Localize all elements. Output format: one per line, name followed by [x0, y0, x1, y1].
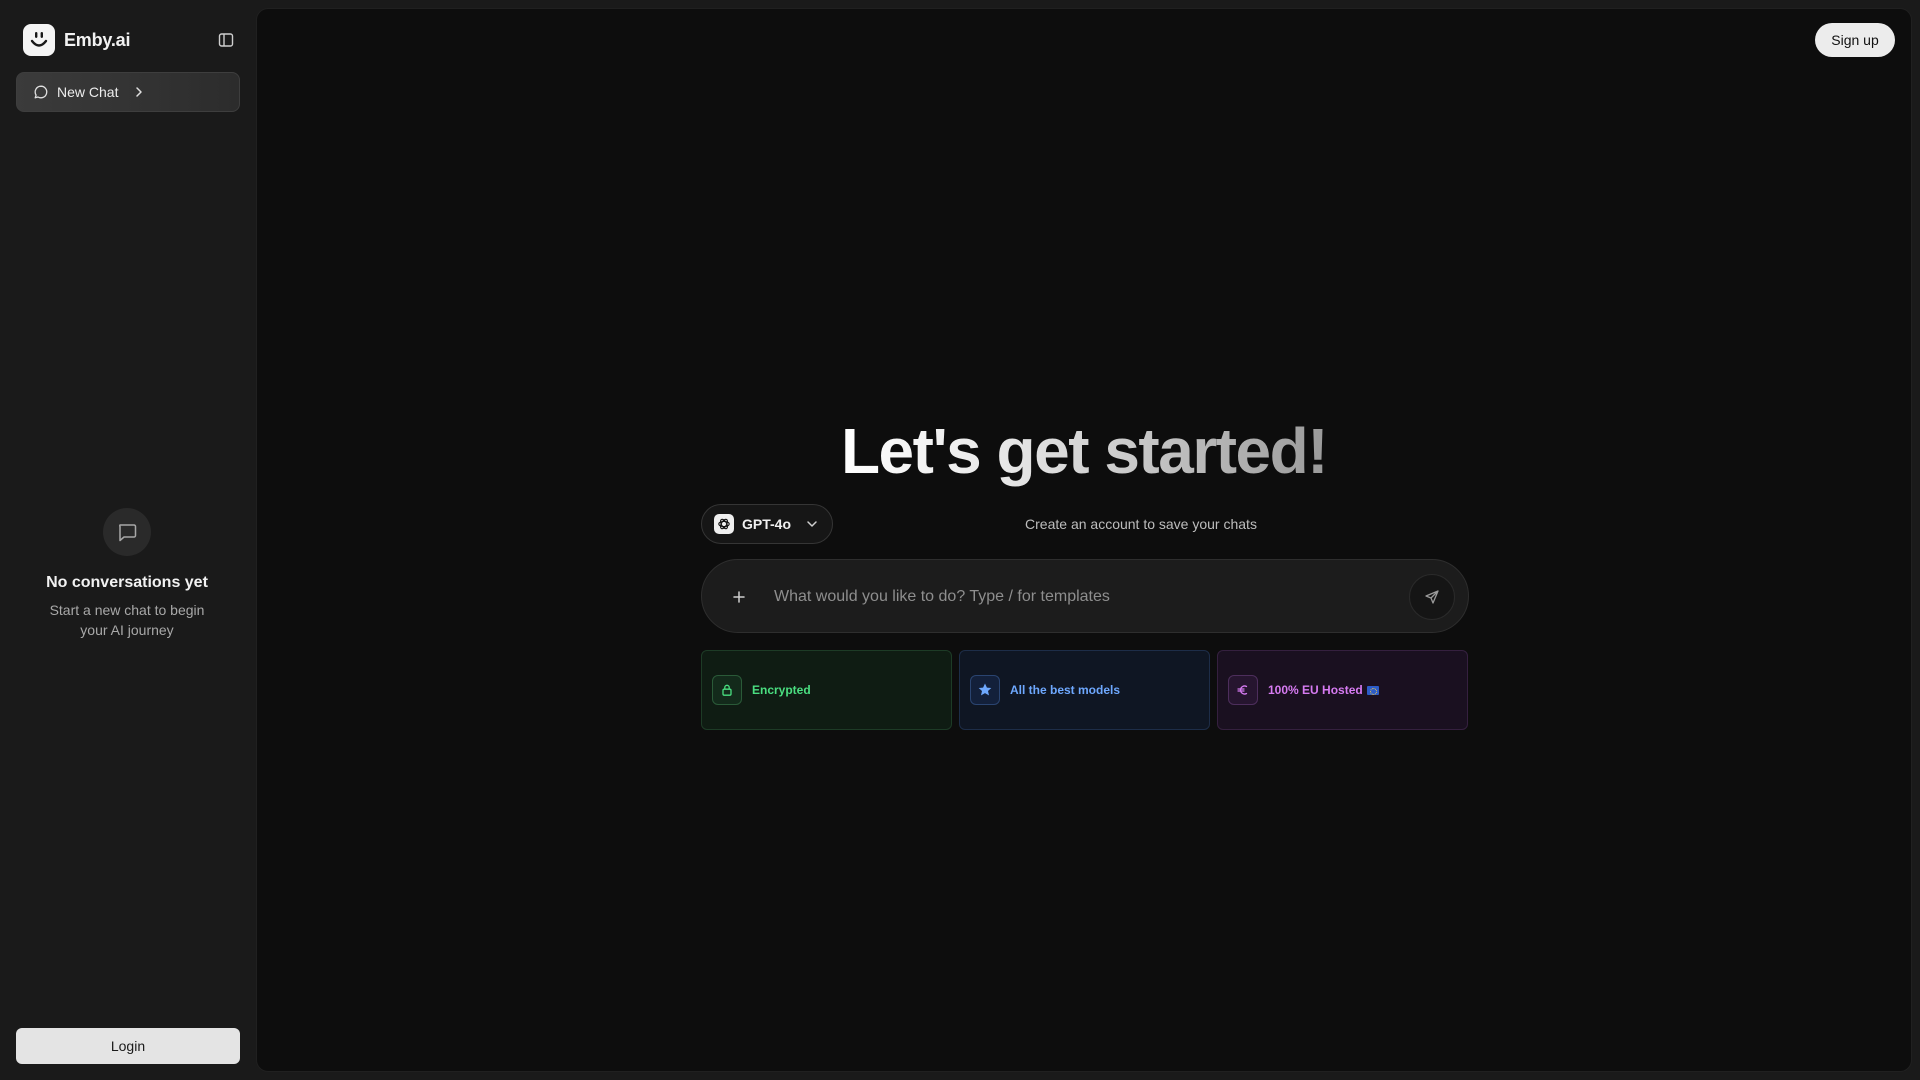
- feature-card-encrypted: Encrypted: [701, 650, 952, 730]
- signup-button[interactable]: Sign up: [1815, 23, 1895, 57]
- lock-icon: [712, 675, 742, 705]
- empty-conversations: No conversations yet Start a new chat to…: [0, 508, 254, 640]
- sidebar-toggle-button[interactable]: [214, 28, 238, 52]
- prompt-input[interactable]: [774, 578, 1394, 616]
- add-attachment-button[interactable]: [726, 584, 752, 610]
- feature-label-text: 100% EU Hosted: [1268, 683, 1363, 697]
- openai-icon: [714, 514, 734, 534]
- login-button[interactable]: Login: [16, 1028, 240, 1064]
- feature-label: 100% EU Hosted: [1268, 683, 1379, 697]
- new-chat-button[interactable]: New Chat: [16, 72, 240, 112]
- message-square-icon: [119, 524, 137, 542]
- brand-name: Emby.ai: [64, 29, 131, 50]
- smiley-logo-icon: [23, 24, 55, 56]
- save-chats-hint: Create an account to save your chats: [1025, 516, 1257, 532]
- feature-card-models: All the best models: [959, 650, 1210, 730]
- feature-card-eu-hosted: 100% EU Hosted: [1217, 650, 1468, 730]
- chevron-right-icon: [136, 87, 143, 97]
- empty-state-icon-wrap: [103, 508, 151, 556]
- plus-icon: [733, 591, 745, 603]
- chevron-down-icon: [807, 521, 817, 527]
- new-chat-label: New Chat: [57, 84, 119, 100]
- send-icon: [1425, 590, 1439, 604]
- composer: [701, 559, 1469, 633]
- send-button[interactable]: [1409, 574, 1455, 620]
- empty-state-title: No conversations yet: [46, 574, 208, 591]
- empty-state-subtitle: Start a new chat to begin your AI journe…: [49, 602, 205, 638]
- feature-label: All the best models: [1010, 683, 1121, 697]
- feature-label: Encrypted: [752, 683, 811, 697]
- sidebar: Emby.ai New Chat No conversations yet St…: [0, 0, 254, 1080]
- app-root: Emby.ai New Chat No conversations yet St…: [0, 0, 1920, 1080]
- eu-flag-icon: [1366, 686, 1379, 695]
- sidebar-toggle-icon: [218, 33, 234, 47]
- main-panel: Sign up Let's get started! GPT-4o Create…: [256, 8, 1912, 1072]
- euro-icon: [1228, 675, 1258, 705]
- model-selector[interactable]: GPT-4o: [701, 504, 833, 544]
- chat-bubble-icon: [34, 85, 48, 99]
- star-icon: [970, 675, 1000, 705]
- hero-title: Let's get started!: [841, 411, 1329, 491]
- model-selector-label: GPT-4o: [742, 516, 792, 532]
- brand[interactable]: Emby.ai: [23, 24, 130, 56]
